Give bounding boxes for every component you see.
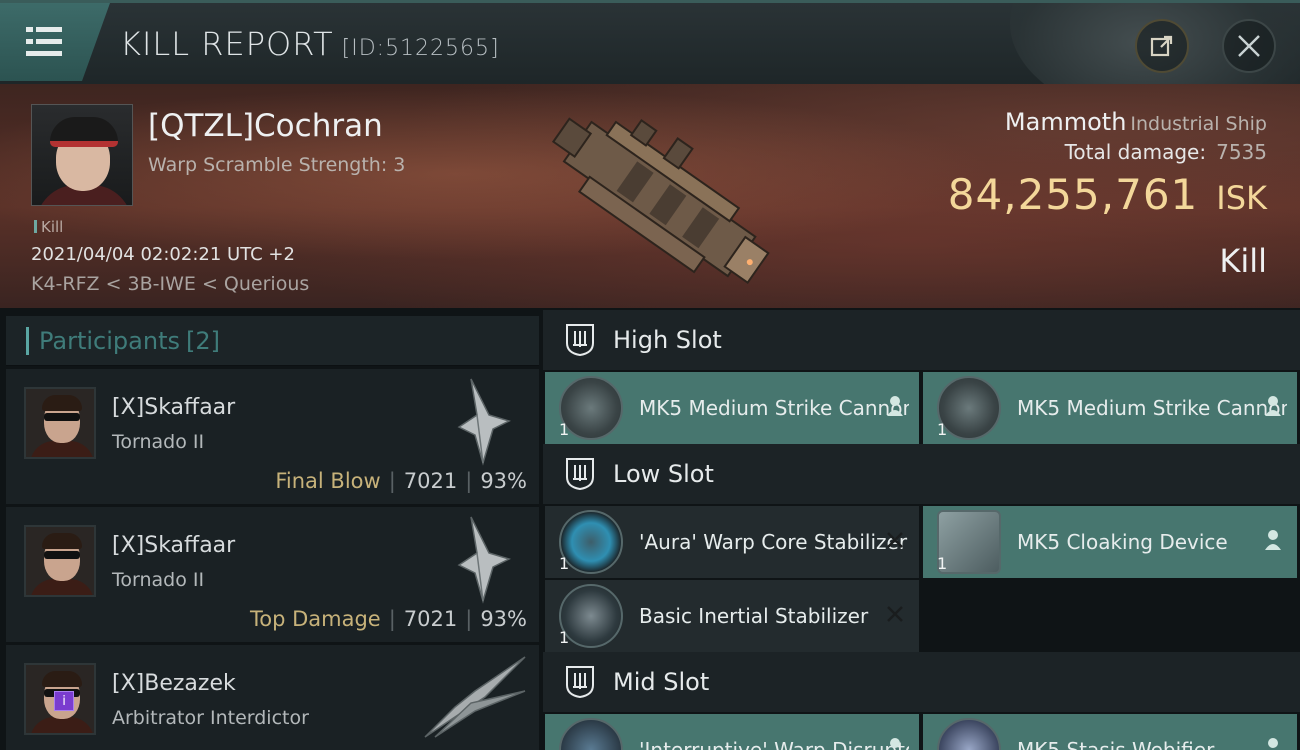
person-icon	[1268, 738, 1278, 748]
module-name: 'Aura' Warp Core Stabilizer	[639, 530, 908, 554]
total-damage-label: Total damage:	[1064, 140, 1207, 164]
participant-avatar[interactable]	[24, 525, 96, 597]
kill-tag: Kill	[34, 218, 63, 236]
person-icon	[1265, 530, 1281, 550]
report-id: [ID:5122565]	[341, 36, 500, 61]
module-qty: 1	[559, 554, 570, 573]
module-item[interactable]: 1 MK5 Cloaking Device	[923, 506, 1297, 578]
module-qty: 1	[937, 554, 948, 573]
kill-result: Kill	[1219, 242, 1267, 280]
mid-slot-header: Mid Slot	[543, 652, 1300, 712]
module-item[interactable]: 1 Basic Inertial Stabilizer	[545, 580, 919, 652]
victim-name[interactable]: [QTZL]Cochran	[148, 108, 383, 144]
page-title: KILL REPORT [ID:5122565]	[120, 25, 500, 63]
participant-ship-image	[424, 656, 526, 738]
person-icon	[1265, 396, 1281, 416]
share-icon	[1150, 35, 1173, 57]
participants-header: Participants [2]	[6, 316, 539, 366]
module-name: MK5 Medium Strike Cannon	[639, 396, 909, 420]
victim-ship-image[interactable]	[520, 92, 790, 302]
mid-slot-row: 1 'Interruptive' Warp Disruptor 1 MK5 St…	[545, 714, 1298, 750]
participant-role: Final Blow	[275, 469, 381, 493]
isk-currency: ISK	[1216, 179, 1267, 217]
isk-value-row: 84,255,761 ISK	[948, 170, 1267, 219]
mid-slot-label: Mid Slot	[613, 668, 710, 696]
module-name: MK5 Stasis Webifier	[1017, 738, 1215, 750]
participant-ship: Arbitrator Interdictor	[112, 707, 309, 729]
participant-name: [X]Skaffaar	[112, 533, 236, 558]
module-item[interactable]: 1 'Aura' Warp Core Stabilizer	[545, 506, 919, 578]
low-slot-label: Low Slot	[613, 460, 714, 488]
module-item[interactable]: 1 MK5 Medium Strike Cannon	[545, 372, 919, 444]
participants-panel: Participants [2] [X]Skaffaar Tornado II F…	[6, 316, 539, 750]
module-item[interactable]: 1 'Interruptive' Warp Disruptor	[545, 714, 919, 750]
high-slot-icon	[566, 324, 594, 357]
x-icon	[887, 532, 903, 548]
victim-banner: [QTZL]Cochran Warp Scramble Strength: 3 …	[0, 84, 1300, 308]
mid-slot-icon	[566, 666, 594, 699]
participant-stats: Top Damage | 7021 | 93%	[249, 607, 527, 631]
warp-disruptor-icon	[559, 718, 623, 750]
high-slot-row: 1 MK5 Medium Strike Cannon 1 MK5 Medium …	[545, 372, 1298, 444]
participant-stats: Final Blow | 7021 | 93%	[275, 469, 527, 493]
participant-ship-image	[457, 378, 512, 466]
close-icon	[1238, 35, 1260, 57]
participant-ship: Tornado II	[112, 569, 205, 591]
close-button[interactable]	[1222, 19, 1276, 73]
hamburger-menu-icon	[26, 27, 62, 57]
victim-avatar[interactable]	[31, 104, 133, 206]
high-slot-header: High Slot	[543, 310, 1300, 370]
participant-damage: 7021	[403, 607, 458, 631]
participant-row[interactable]: [X]Skaffaar Tornado II Top Damage | 7021 | 9…	[6, 507, 539, 642]
kill-location[interactable]: K4-RFZ < 3B-IWE < Querious	[31, 273, 309, 295]
x-icon	[887, 606, 903, 622]
total-damage-value: 7535	[1216, 140, 1267, 164]
module-name: MK5 Medium Strike Cannon	[1017, 396, 1287, 420]
low-slot-icon	[566, 458, 594, 491]
participant-name: [X]Skaffaar	[112, 395, 236, 420]
participant-damage: 7021	[403, 469, 458, 493]
participant-name: [X]Bezazek	[112, 671, 236, 696]
module-qty: 1	[937, 420, 948, 439]
low-slot-row: 1 Basic Inertial Stabilizer	[545, 580, 1298, 652]
participant-percent: 93%	[480, 607, 527, 631]
share-button[interactable]	[1135, 19, 1189, 73]
kill-datetime: 2021/04/04 02:02:21 UTC +2	[31, 244, 295, 265]
ship-name: Mammoth	[1004, 108, 1127, 136]
title-text: KILL REPORT	[120, 25, 334, 63]
stasis-webifier-icon	[937, 718, 1001, 750]
participant-percent: 93%	[480, 469, 527, 493]
module-item[interactable]: 1 MK5 Stasis Webifier	[923, 714, 1297, 750]
low-slot-header: Low Slot	[543, 444, 1300, 504]
menu-button[interactable]	[0, 3, 110, 81]
victim-ship-type[interactable]: Mammoth Industrial Ship	[1005, 108, 1267, 136]
participant-ship-image	[457, 516, 512, 604]
participant-row[interactable]: [X]Skaffaar Tornado II Final Blow | 7021 | 9…	[6, 369, 539, 504]
info-badge: i	[54, 691, 74, 711]
person-icon	[887, 396, 903, 416]
module-name: Basic Inertial Stabilizer	[639, 604, 869, 628]
participants-label: Participants	[39, 326, 180, 355]
low-slot-row: 1 'Aura' Warp Core Stabilizer 1 MK5 Cloa…	[545, 506, 1298, 578]
warp-scramble-strength: Warp Scramble Strength: 3	[148, 154, 406, 176]
participant-ship: Tornado II	[112, 431, 205, 453]
participant-avatar[interactable]	[24, 387, 96, 459]
participant-row[interactable]: i [X]Bezazek Arbitrator Interdictor	[6, 645, 539, 750]
total-damage: Total damage: 7535	[1065, 140, 1267, 164]
module-name: 'Interruptive' Warp Disruptor	[639, 738, 909, 750]
fitting-panel: High Slot 1 MK5 Medium Strike Cannon 1 M…	[543, 310, 1300, 750]
person-icon	[890, 738, 900, 748]
module-name: MK5 Cloaking Device	[1017, 530, 1228, 554]
module-item[interactable]: 1 MK5 Medium Strike Cannon	[923, 372, 1297, 444]
ship-class: Industrial Ship	[1130, 113, 1267, 135]
isk-value: 84,255,761	[947, 170, 1199, 219]
participant-role: Top Damage	[249, 607, 381, 631]
participants-count: [2]	[185, 326, 220, 355]
high-slot-label: High Slot	[613, 326, 722, 354]
module-qty: 1	[559, 628, 570, 647]
title-bar: KILL REPORT [ID:5122565]	[0, 0, 1300, 84]
module-qty: 1	[559, 420, 570, 439]
